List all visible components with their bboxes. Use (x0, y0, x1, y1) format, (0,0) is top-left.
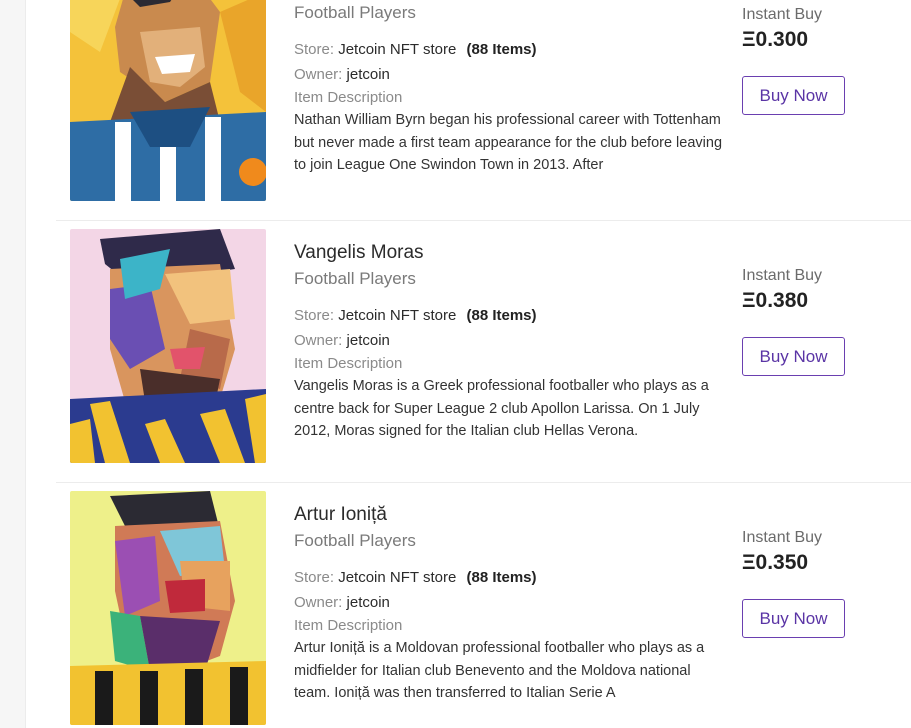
price: Ξ0.380 (742, 289, 809, 312)
listing-category: Football Players (294, 269, 416, 288)
instant-buy-label: Instant Buy (742, 267, 823, 284)
item-description: Nathan William Byrn began his profession… (294, 112, 723, 173)
left-sidebar-edge (0, 0, 26, 728)
nft-listing: Vangelis Moras Football Players Store: J… (56, 220, 911, 482)
buy-now-button[interactable]: Buy Now (742, 76, 845, 115)
owner-row: Owner: jetcoin (294, 329, 724, 353)
description-label: Item Description (294, 617, 403, 634)
listing-info: Artur Ioniță Football Players Store: Jet… (294, 500, 724, 705)
store-label: Store: (294, 307, 335, 324)
listing-info: Vangelis Moras Football Players Store: J… (294, 238, 724, 443)
owner-row: Owner: jetcoin (294, 591, 724, 615)
listing-category: Football Players (294, 3, 416, 22)
owner-name[interactable]: jetcoin (347, 332, 390, 349)
price: Ξ0.350 (742, 551, 809, 574)
purchase-panel: Instant Buy Ξ0.380 Buy Now (742, 266, 892, 376)
store-item-count: (88 Items) (466, 569, 537, 586)
store-item-count: (88 Items) (466, 307, 537, 324)
description-label: Item Description (294, 355, 403, 372)
buy-now-button[interactable]: Buy Now (742, 337, 845, 376)
store-row: Store: Jetcoin NFT store (88 Items) (294, 38, 724, 62)
store-label: Store: (294, 569, 335, 586)
store-item-count: (88 Items) (466, 41, 537, 58)
store-row: Store: Jetcoin NFT store (88 Items) (294, 304, 724, 328)
owner-label: Owner: (294, 594, 343, 611)
owner-name[interactable]: jetcoin (347, 66, 390, 83)
page: Football Players Store: Jetcoin NFT stor… (0, 0, 911, 728)
store-name[interactable]: Jetcoin NFT store (338, 307, 456, 324)
listing-category: Football Players (294, 531, 416, 550)
owner-name[interactable]: jetcoin (347, 594, 390, 611)
owner-row: Owner: jetcoin (294, 63, 724, 87)
buy-now-button[interactable]: Buy Now (742, 599, 845, 638)
purchase-panel: Instant Buy Ξ0.300 Buy Now (742, 5, 892, 115)
nft-listing: Football Players Store: Jetcoin NFT stor… (56, 0, 911, 220)
store-label: Store: (294, 41, 335, 58)
listing-title[interactable]: Vangelis Moras (294, 238, 724, 267)
nft-thumbnail[interactable] (70, 229, 266, 463)
description-label: Item Description (294, 89, 403, 106)
listing-info: Football Players Store: Jetcoin NFT stor… (294, 0, 724, 177)
nft-thumbnail[interactable] (70, 0, 266, 201)
nft-listing: Artur Ioniță Football Players Store: Jet… (56, 482, 911, 728)
item-description: Vangelis Moras is a Greek professional f… (294, 378, 709, 439)
store-name[interactable]: Jetcoin NFT store (338, 569, 456, 586)
nft-thumbnail[interactable] (70, 491, 266, 725)
purchase-panel: Instant Buy Ξ0.350 Buy Now (742, 528, 892, 638)
instant-buy-label: Instant Buy (742, 529, 823, 546)
owner-label: Owner: (294, 332, 343, 349)
item-description: Artur Ioniță is a Moldovan professional … (294, 640, 705, 701)
store-row: Store: Jetcoin NFT store (88 Items) (294, 566, 724, 590)
instant-buy-label: Instant Buy (742, 6, 823, 23)
listing-title[interactable]: Artur Ioniță (294, 500, 724, 529)
price: Ξ0.300 (742, 28, 809, 51)
store-name[interactable]: Jetcoin NFT store (338, 41, 456, 58)
owner-label: Owner: (294, 66, 343, 83)
